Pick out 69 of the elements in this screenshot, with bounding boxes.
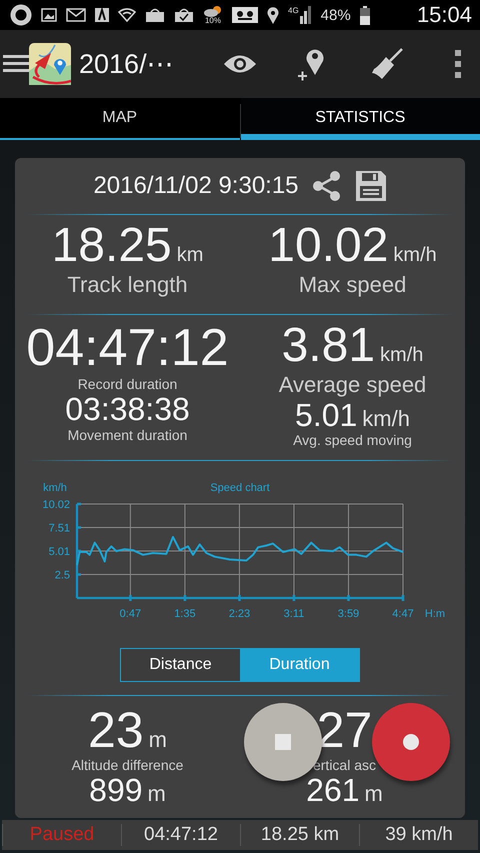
stat-label: Altitude difference: [72, 756, 184, 774]
envelope-icon: [66, 8, 86, 22]
stat-unit: km/h: [380, 344, 424, 367]
stat-label: Movement duration: [68, 426, 188, 444]
x-tick-label: 1:35: [174, 608, 196, 620]
stat-unit: km/h: [362, 406, 410, 432]
circle-icon: [10, 4, 32, 26]
basket-check-icon: [174, 7, 194, 23]
stat-value: 04:47:12: [26, 321, 229, 376]
stat-value: 23: [88, 704, 144, 756]
y-tick-label: 10.02: [42, 499, 70, 511]
stat-unit: km: [176, 244, 204, 267]
live-stat: 39 km/h: [385, 824, 453, 846]
rain-chance: 10%: [204, 17, 221, 25]
y-tick-label: 7.51: [48, 522, 70, 535]
weather-icon: [203, 5, 223, 17]
y-tick-label: 5.01: [48, 546, 70, 558]
stat-value: 899: [89, 774, 143, 808]
save-icon[interactable]: [354, 170, 387, 202]
wifi-icon: [118, 8, 136, 22]
x-tick-label: 2:23: [228, 608, 250, 620]
recording-status: Paused: [30, 824, 94, 846]
app-icon: [95, 8, 109, 22]
menu-button[interactable]: [3, 41, 71, 87]
broom-icon[interactable]: [370, 47, 404, 81]
add-marker-icon[interactable]: [297, 47, 325, 81]
clock: 15:04: [416, 2, 472, 28]
y-axis-label: km/h: [43, 482, 67, 494]
image-icon: [41, 8, 57, 22]
stat-unit: m: [364, 781, 383, 807]
stat-label: Max speed: [298, 271, 406, 299]
stat-label: Avg. speed moving: [293, 432, 412, 450]
stat-unit: m: [148, 727, 167, 753]
share-icon[interactable]: [310, 170, 343, 202]
voicemail-icon: [232, 7, 258, 23]
stat-unit: m: [148, 781, 166, 807]
y-tick-label: 2.5: [54, 570, 70, 582]
stat-value: 03:38:38: [65, 393, 190, 427]
stat-value: 261: [306, 774, 360, 808]
stat-value: 18.25: [52, 221, 172, 272]
stat-label: Track length: [67, 271, 188, 299]
network-type: 4G: [288, 6, 299, 15]
basket-icon: [145, 7, 165, 23]
stat-label: Record duration: [78, 376, 178, 394]
track-date: 2016/11/02 9:30:15: [93, 172, 299, 200]
signal-icon: [300, 6, 312, 24]
eye-icon[interactable]: [223, 53, 257, 75]
more-icon[interactable]: [454, 50, 462, 78]
x-tick-label: 4:47: [392, 608, 414, 620]
x-tick-label: 3:11: [284, 608, 304, 620]
stat-value: 3.81: [282, 321, 376, 372]
stat-value: 27: [316, 704, 372, 756]
stat-unit: km/h: [393, 244, 437, 267]
battery-percent: 48%: [320, 6, 351, 24]
stat-label: Average speed: [278, 371, 426, 399]
live-stat: 18.25 km: [260, 824, 340, 846]
battery-icon: [360, 6, 370, 24]
x-tick-label: 0:47: [120, 608, 142, 620]
track-title: 2016/⋯: [79, 48, 175, 80]
chart-mode-toggle[interactable]: Distance: [121, 649, 240, 681]
x-axis-label: H:m: [424, 608, 446, 620]
stat-value: 5.01: [295, 398, 358, 432]
chart-title: Speed chart: [210, 482, 270, 494]
stat-value: 10.02: [268, 221, 388, 272]
tab[interactable]: STATISTICS: [240, 98, 480, 140]
x-tick-label: 3:59: [338, 608, 360, 620]
location-icon: [267, 6, 279, 24]
stat-label: ertical asc: [312, 756, 376, 774]
live-stat: 04:47:12: [144, 824, 218, 846]
